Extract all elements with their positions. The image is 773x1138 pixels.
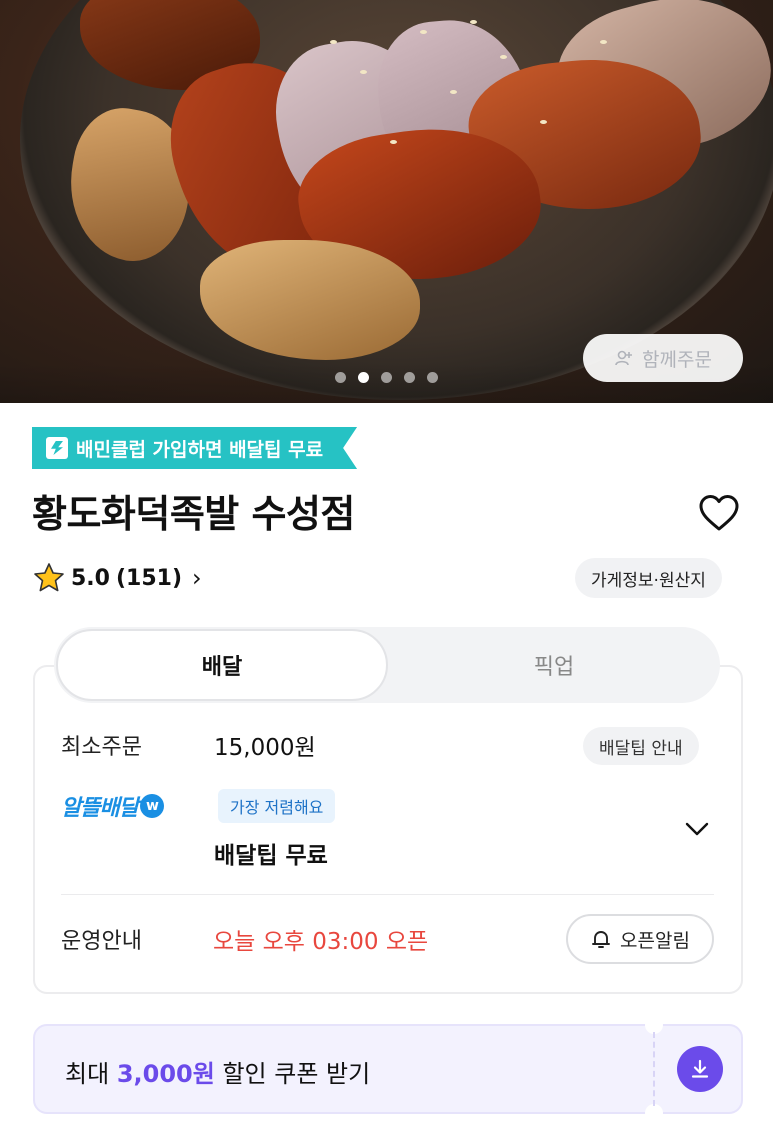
coupon-prefix: 최대 (65, 1060, 110, 1088)
sesame-garnish (330, 40, 337, 44)
open-alarm-button[interactable]: 오픈알림 (566, 914, 714, 964)
sesame-garnish (500, 55, 507, 59)
carousel-dot (404, 372, 415, 383)
baemin-club-logo-icon (46, 437, 68, 459)
carousel-dot-active (358, 372, 369, 383)
sesame-garnish (600, 40, 607, 44)
open-time-text: 오늘 오후 03:00 오픈 (213, 929, 429, 955)
store-info-origin-button[interactable]: 가게정보·원산지 (575, 558, 722, 598)
sesame-garnish (360, 70, 367, 74)
min-order-label: 최소주문 (61, 735, 142, 760)
promo-label: 배민클럽 가입하면 배달팁 무료 (76, 438, 324, 461)
coupon-amount: 3,000원 (116, 1060, 215, 1088)
carousel-dot (335, 372, 346, 383)
coupon-notch (645, 1104, 663, 1122)
coupon-banner[interactable]: 최대 3,000원 할인 쿠폰 받기 (33, 1016, 743, 1122)
delivery-tip-value: 배달팁 무료 (214, 843, 328, 869)
cheapest-badge: 가장 저렴해요 (218, 789, 336, 823)
divider (61, 894, 714, 895)
store-hero-photo[interactable]: 함께주문 (0, 0, 773, 403)
operation-info-label: 운영안내 (61, 929, 142, 954)
alddeul-delivery-logo: 알뜰배달 w (61, 790, 164, 822)
group-order-button[interactable]: 함께주문 (583, 334, 743, 382)
carousel-dot (427, 372, 438, 383)
sesame-garnish (470, 20, 477, 24)
min-order-value: 15,000원 (214, 735, 316, 761)
order-type-tabs: 배달 픽업 (54, 627, 720, 703)
carousel-indicator (335, 372, 438, 383)
coupon-suffix: 할인 쿠폰 받기 (222, 1060, 371, 1088)
chevron-right-icon: › (192, 564, 202, 592)
chevron-down-icon[interactable] (684, 816, 710, 842)
review-count: (151) (115, 565, 183, 591)
sesame-garnish (450, 90, 457, 94)
delivery-tip-info-button[interactable]: 배달팁 안내 (583, 727, 699, 765)
coupon-text: 최대 3,000원 할인 쿠폰 받기 (65, 1054, 370, 1089)
star-icon (34, 563, 64, 592)
group-order-label: 함께주문 (642, 348, 712, 371)
alddeul-brand-text: 알뜰배달 (61, 796, 139, 821)
tab-delivery[interactable]: 배달 (56, 629, 388, 701)
sesame-garnish (420, 30, 427, 34)
baemin-club-promo-badge[interactable]: 배민클럽 가입하면 배달팁 무료 (32, 427, 357, 469)
coupon-perforation (653, 1032, 655, 1106)
store-name: 황도화덕족발 수성점 (32, 492, 355, 536)
alddeul-w-icon: w (139, 794, 164, 818)
bell-icon (592, 931, 610, 948)
open-alarm-label: 오픈알림 (620, 929, 690, 952)
coupon-download-button[interactable] (677, 1046, 723, 1092)
sesame-garnish (540, 120, 547, 124)
download-icon (691, 1059, 709, 1078)
sesame-garnish (390, 140, 397, 144)
tab-pickup[interactable]: 픽업 (388, 627, 720, 703)
favorite-heart-icon[interactable] (698, 493, 740, 533)
carousel-dot (381, 372, 392, 383)
rating-summary[interactable]: 5.0 (151) › (33, 562, 202, 594)
rating-score: 5.0 (71, 565, 110, 591)
add-person-icon (615, 350, 633, 366)
